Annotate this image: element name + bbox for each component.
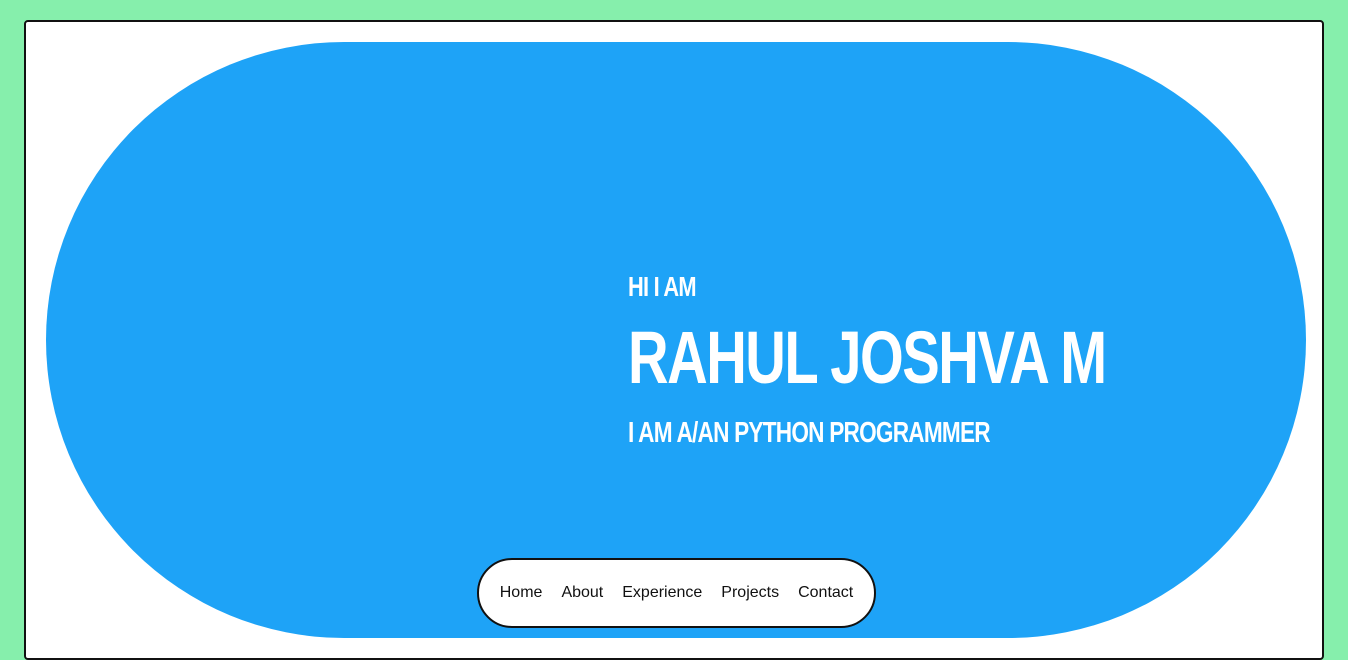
nav-link-contact[interactable]: Contact (798, 584, 853, 602)
hero-name: RAHUL JOSHVA M (628, 316, 1107, 399)
nav-link-about[interactable]: About (561, 584, 603, 602)
page-frame: HI I AM RAHUL JOSHVA M I AM A/AN PYTHON … (24, 20, 1324, 660)
nav-link-home[interactable]: Home (500, 584, 543, 602)
hero-section: HI I AM RAHUL JOSHVA M I AM A/AN PYTHON … (46, 42, 1306, 638)
nav-bar: Home About Experience Projects Contact (477, 558, 876, 628)
hero-greeting: HI I AM (628, 271, 697, 302)
hero-role: I AM A/AN PYTHON PROGRAMMER (628, 417, 991, 449)
nav-link-experience[interactable]: Experience (622, 584, 702, 602)
nav-link-projects[interactable]: Projects (721, 584, 779, 602)
